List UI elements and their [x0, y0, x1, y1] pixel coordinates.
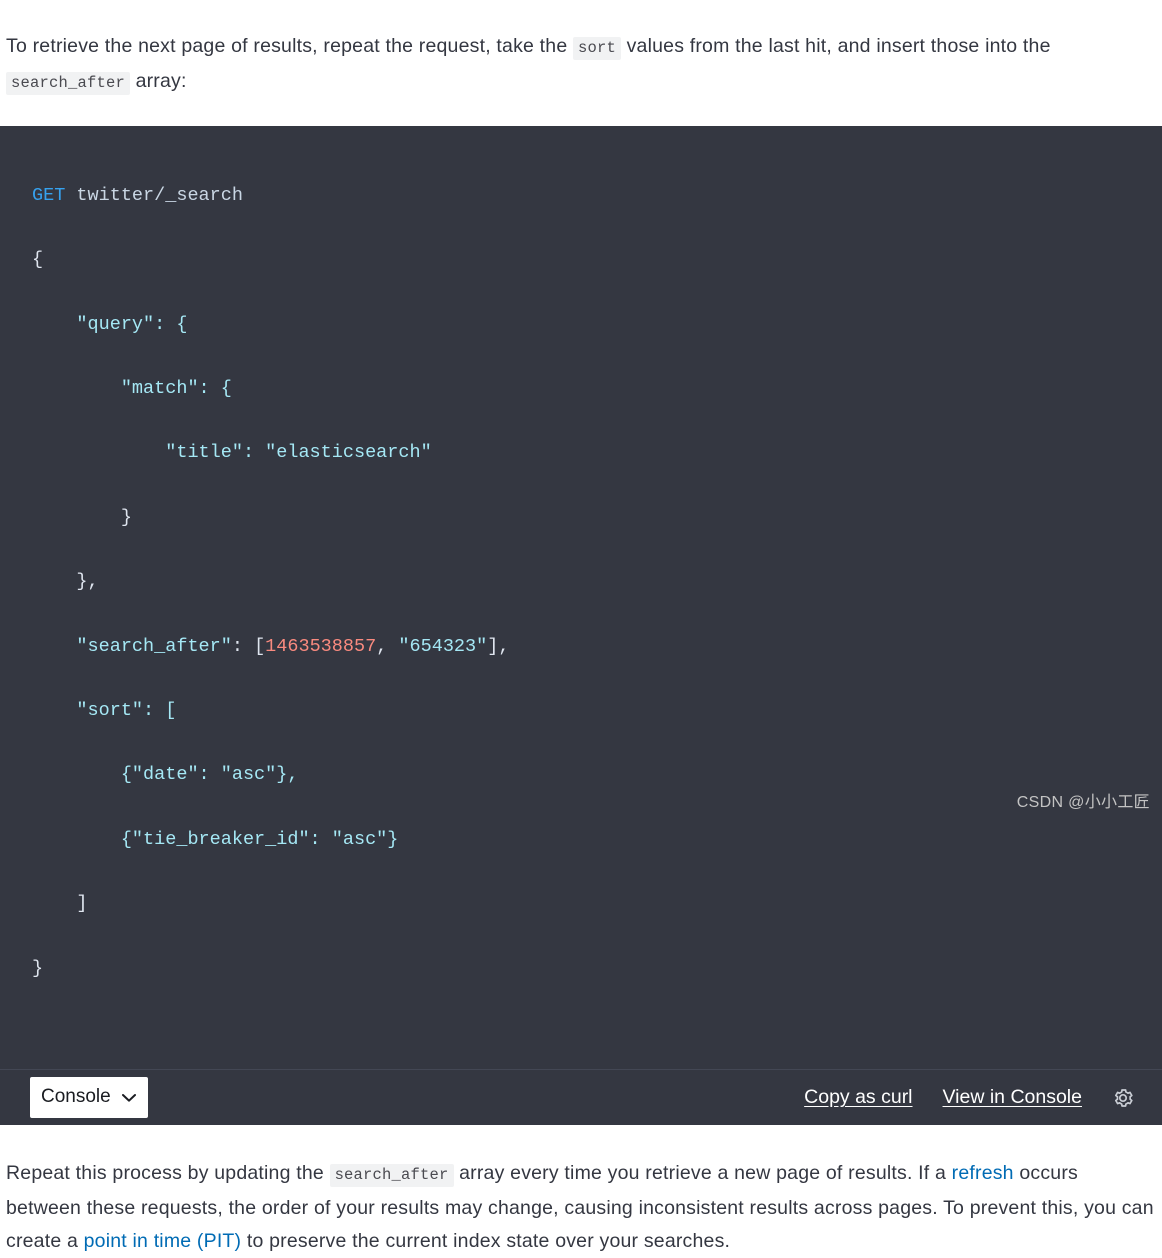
code-token: {"tie_breaker_id": "asc"}: [120, 828, 399, 850]
code-line-request: GET twitter/_search: [32, 180, 1162, 212]
code-block: GET twitter/_search { "query": { "match"…: [0, 125, 1162, 1126]
code-line-7: "sort": [: [32, 695, 1162, 727]
code-token: "title": "elasticsearch": [165, 442, 432, 464]
code-line-0: {: [32, 244, 1162, 276]
refresh-link[interactable]: refresh: [952, 1162, 1014, 1184]
code-token: ]: [76, 893, 88, 915]
intro-text-part2: values from the last hit, and insert tho…: [620, 34, 1051, 57]
code-string: "654323": [398, 635, 488, 657]
code-line-11: }: [32, 953, 1162, 985]
code-token: },: [76, 571, 99, 593]
outro-text-part1: Repeat this process by updating the: [6, 1161, 330, 1184]
code-token: "query": {: [76, 313, 188, 335]
intro-text-part3: array:: [129, 69, 187, 92]
inline-code-search-after-2: search_after: [329, 1163, 454, 1187]
code-line-6: "search_after": [1463538857, "654323"],: [32, 631, 1162, 663]
code-line-10: ]: [32, 888, 1162, 920]
code-number: 1463538857: [265, 635, 377, 657]
console-language-select[interactable]: Console: [30, 1077, 148, 1119]
point-in-time-link[interactable]: point in time (PIT): [84, 1230, 242, 1252]
csdn-watermark: CSDN @小小工匠: [1016, 793, 1150, 811]
console-select-wrapper[interactable]: Console: [30, 1077, 148, 1119]
code-token: "sort": [: [76, 699, 177, 721]
outro-paragraph: Repeat this process by updating the sear…: [0, 1145, 1162, 1258]
code-token: ],: [487, 635, 510, 657]
code-token: {"date": "asc"},: [120, 764, 299, 786]
code-line-8: {"date": "asc"},: [32, 759, 1162, 791]
code-line-4: }: [32, 502, 1162, 534]
intro-paragraph: To retrieve the next page of results, re…: [0, 20, 1162, 100]
intro-text-part1: To retrieve the next page of results, re…: [6, 34, 573, 57]
gear-icon[interactable]: [1110, 1085, 1136, 1111]
code-line-1: "query": {: [32, 309, 1162, 341]
code-key-search-after: "search_after": [76, 635, 232, 657]
documentation-page: To retrieve the next page of results, re…: [0, 20, 1162, 1252]
code-line-2: "match": {: [32, 373, 1162, 405]
request-path: twitter/_search: [76, 184, 243, 206]
code-line-9: {"tie_breaker_id": "asc"}: [32, 824, 1162, 856]
code-token: ,: [376, 635, 399, 657]
copy-as-curl-link[interactable]: Copy as curl: [804, 1086, 912, 1109]
code-line-5: },: [32, 566, 1162, 598]
code-token: }: [120, 506, 132, 528]
inline-code-sort: sort: [572, 36, 621, 60]
gear-icon-glyph: [1114, 1088, 1133, 1107]
view-in-console-link[interactable]: View in Console: [943, 1086, 1082, 1109]
http-method: GET: [32, 184, 66, 206]
inline-code-search-after: search_after: [6, 71, 130, 95]
code-block-toolbar: Console Copy as curl View in Console: [0, 1069, 1162, 1125]
code-token: }: [32, 957, 44, 979]
code-token: : [: [231, 635, 266, 657]
code-token: {: [32, 249, 44, 271]
code-content[interactable]: GET twitter/_search { "query": { "match"…: [0, 126, 1162, 1070]
outro-text-part4: to preserve the current index state over…: [241, 1229, 731, 1252]
code-line-3: "title": "elasticsearch": [32, 437, 1162, 469]
outro-text-part2: array every time you retrieve a new page…: [453, 1161, 952, 1184]
code-token: "match": {: [120, 377, 232, 399]
